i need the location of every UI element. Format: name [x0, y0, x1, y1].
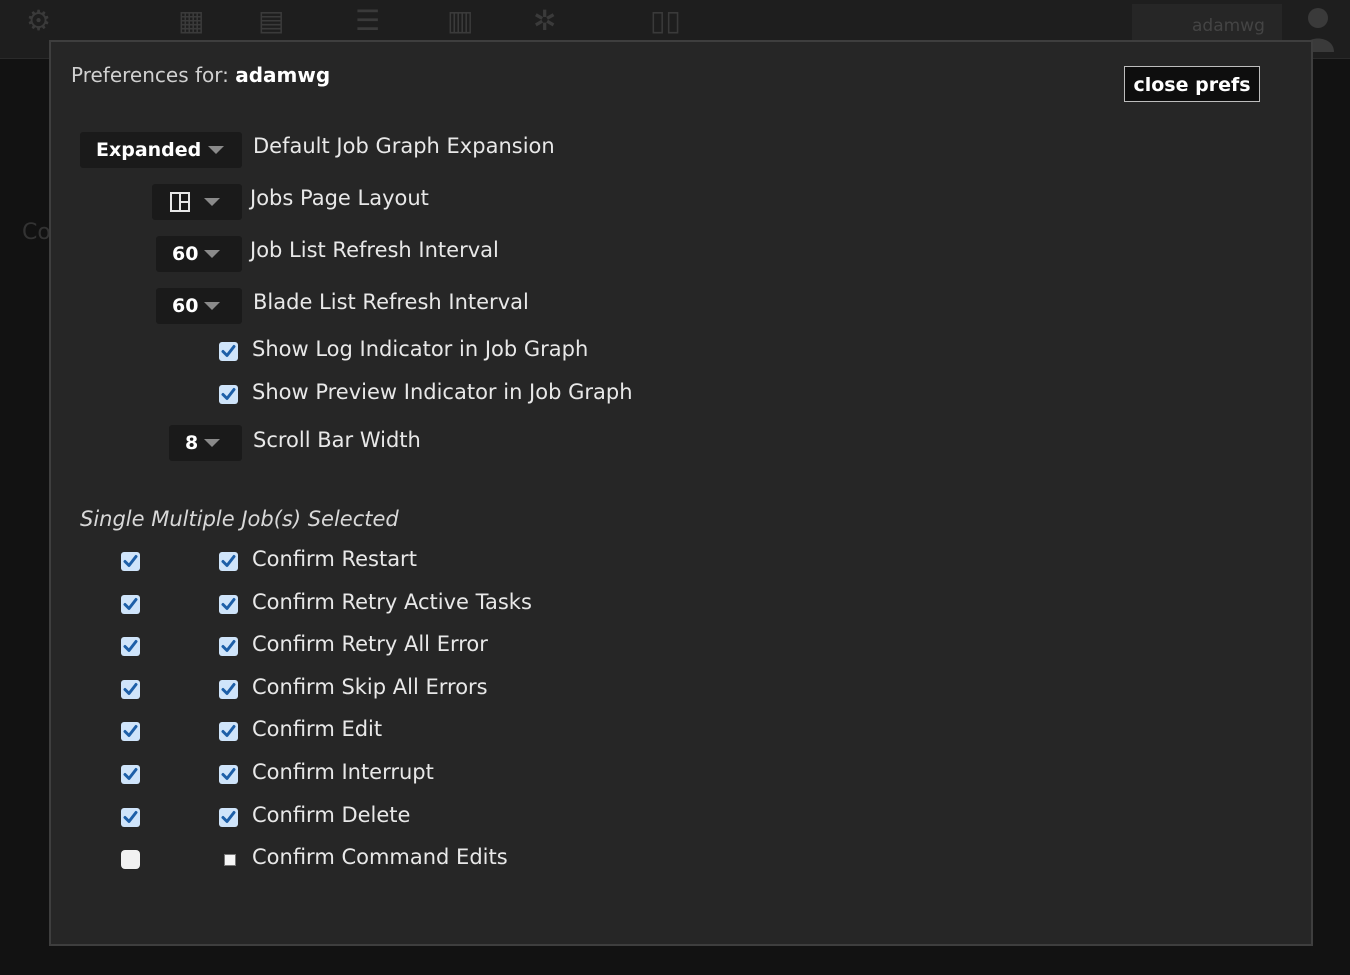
confirm-label: Confirm Restart	[252, 547, 417, 571]
tractor-logo-icon[interactable]: ⚙	[26, 6, 51, 36]
scroll-bar-width-label: Scroll Bar Width	[253, 428, 421, 452]
chevron-down-icon	[204, 439, 220, 447]
bar-chart-icon[interactable]: ▥	[447, 6, 473, 36]
confirm-label: Confirm Delete	[252, 803, 411, 827]
scroll-bar-width-value: 8	[185, 432, 199, 454]
job-list-refresh-label: Job List Refresh Interval	[250, 238, 499, 262]
confirm-single-checkbox[interactable]	[121, 765, 140, 784]
job-list-refresh-dropdown[interactable]: 60	[156, 236, 242, 272]
confirm-single-checkbox[interactable]	[121, 680, 140, 699]
confirm-label: Confirm Command Edits	[252, 845, 508, 869]
confirm-single-checkbox[interactable]	[121, 850, 140, 869]
gear-icon[interactable]: ✲	[533, 6, 556, 36]
chevron-down-icon	[204, 250, 220, 258]
close-prefs-button[interactable]: close prefs	[1124, 66, 1260, 102]
confirm-label: Confirm Skip All Errors	[252, 675, 488, 699]
blade-list-refresh-value: 60	[172, 295, 199, 317]
confirm-multiple-checkbox[interactable]	[219, 680, 238, 699]
preferences-header-prefix: Preferences for:	[71, 63, 229, 87]
confirm-multiple-checkbox[interactable]	[219, 552, 238, 571]
list-search-icon[interactable]: ☰	[355, 6, 380, 36]
confirm-multiple-checkbox[interactable]	[219, 765, 238, 784]
chevron-down-icon	[204, 198, 220, 206]
split-layout-icon	[170, 192, 190, 212]
chevron-down-icon	[208, 146, 224, 154]
topbar-username[interactable]: adamwg	[1192, 16, 1265, 36]
chevron-down-icon	[204, 302, 220, 310]
show-log-indicator-label: Show Log Indicator in Job Graph	[252, 337, 589, 361]
confirm-multiple-checkbox[interactable]	[224, 854, 236, 866]
show-preview-indicator-checkbox[interactable]	[219, 385, 238, 404]
confirm-multiple-checkbox[interactable]	[219, 637, 238, 656]
job-graph-expansion-dropdown[interactable]: Expanded	[80, 132, 242, 168]
confirm-single-checkbox[interactable]	[121, 637, 140, 656]
show-log-indicator-checkbox[interactable]	[219, 342, 238, 361]
jobs-page-layout-dropdown[interactable]	[152, 184, 242, 220]
preferences-header: Preferences for: adamwg	[71, 63, 330, 87]
jobs-page-layout-label: Jobs Page Layout	[250, 186, 429, 210]
blade-list-refresh-dropdown[interactable]: 60	[156, 288, 242, 324]
confirm-single-checkbox[interactable]	[121, 808, 140, 827]
background-content-hint: Co	[22, 220, 51, 245]
confirm-single-checkbox[interactable]	[121, 595, 140, 614]
scroll-bar-width-dropdown[interactable]: 8	[169, 425, 242, 461]
hierarchy-icon[interactable]: ▦	[178, 6, 204, 36]
preferences-username: adamwg	[235, 63, 331, 87]
confirm-single-checkbox[interactable]	[121, 722, 140, 741]
confirm-single-checkbox[interactable]	[121, 552, 140, 571]
server-rack-icon[interactable]: ▤	[258, 6, 284, 36]
confirm-label: Confirm Retry Active Tasks	[252, 590, 532, 614]
confirm-multiple-checkbox[interactable]	[219, 722, 238, 741]
show-preview-indicator-label: Show Preview Indicator in Job Graph	[252, 380, 633, 404]
preferences-panel: Preferences for: adamwg close prefs Expa…	[49, 40, 1313, 946]
app-window: ⚙ ▦ ▤ ☰ ▥ ✲ ▯▯ adamwg Co Preferences for…	[0, 0, 1350, 975]
job-graph-expansion-value: Expanded	[96, 139, 202, 161]
confirm-label: Confirm Retry All Error	[252, 632, 488, 656]
book-icon[interactable]: ▯▯	[650, 6, 681, 36]
confirm-multiple-checkbox[interactable]	[219, 808, 238, 827]
job-graph-expansion-label: Default Job Graph Expansion	[253, 134, 555, 158]
job-list-refresh-value: 60	[172, 243, 199, 265]
confirm-label: Confirm Interrupt	[252, 760, 434, 784]
confirm-label: Confirm Edit	[252, 717, 383, 741]
blade-list-refresh-label: Blade List Refresh Interval	[253, 290, 529, 314]
confirm-multiple-checkbox[interactable]	[219, 595, 238, 614]
selection-section-title: Single Multiple Job(s) Selected	[80, 507, 399, 531]
